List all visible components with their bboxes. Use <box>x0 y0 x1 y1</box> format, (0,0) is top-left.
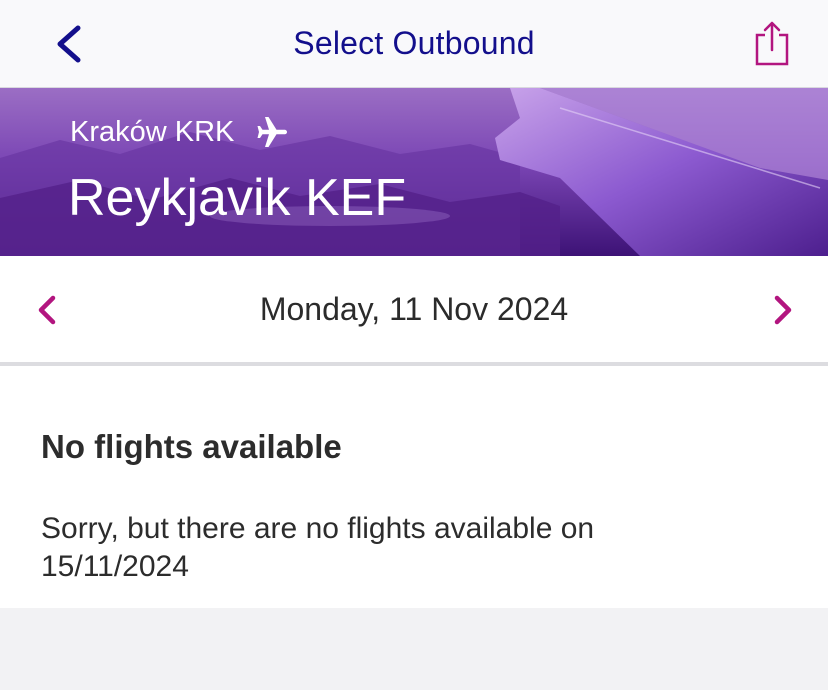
selected-date: Monday, 11 Nov 2024 <box>259 291 569 327</box>
share-button[interactable] <box>748 18 796 70</box>
navigation-bar: Select Outbound <box>0 0 828 88</box>
results-panel: No flights available Sorry, but there ar… <box>0 366 828 608</box>
origin-airport: Kraków KRK <box>70 115 235 148</box>
next-date-button[interactable] <box>764 292 800 328</box>
destination-airport: Reykjavik KEF <box>68 169 407 227</box>
no-flights-message: Sorry, but there are no flights availabl… <box>41 512 595 583</box>
origin-row: Kraków KRK <box>70 114 290 150</box>
route-banner: Kraków KRK Reykjavik KEF <box>0 88 828 256</box>
page-title: Select Outbound <box>293 25 535 61</box>
chevron-right-icon <box>774 295 792 325</box>
no-flights-title: No flights available <box>41 428 342 465</box>
airplane-icon <box>257 117 288 147</box>
share-icon <box>755 21 789 66</box>
date-selector: Monday, 11 Nov 2024 <box>0 256 828 366</box>
